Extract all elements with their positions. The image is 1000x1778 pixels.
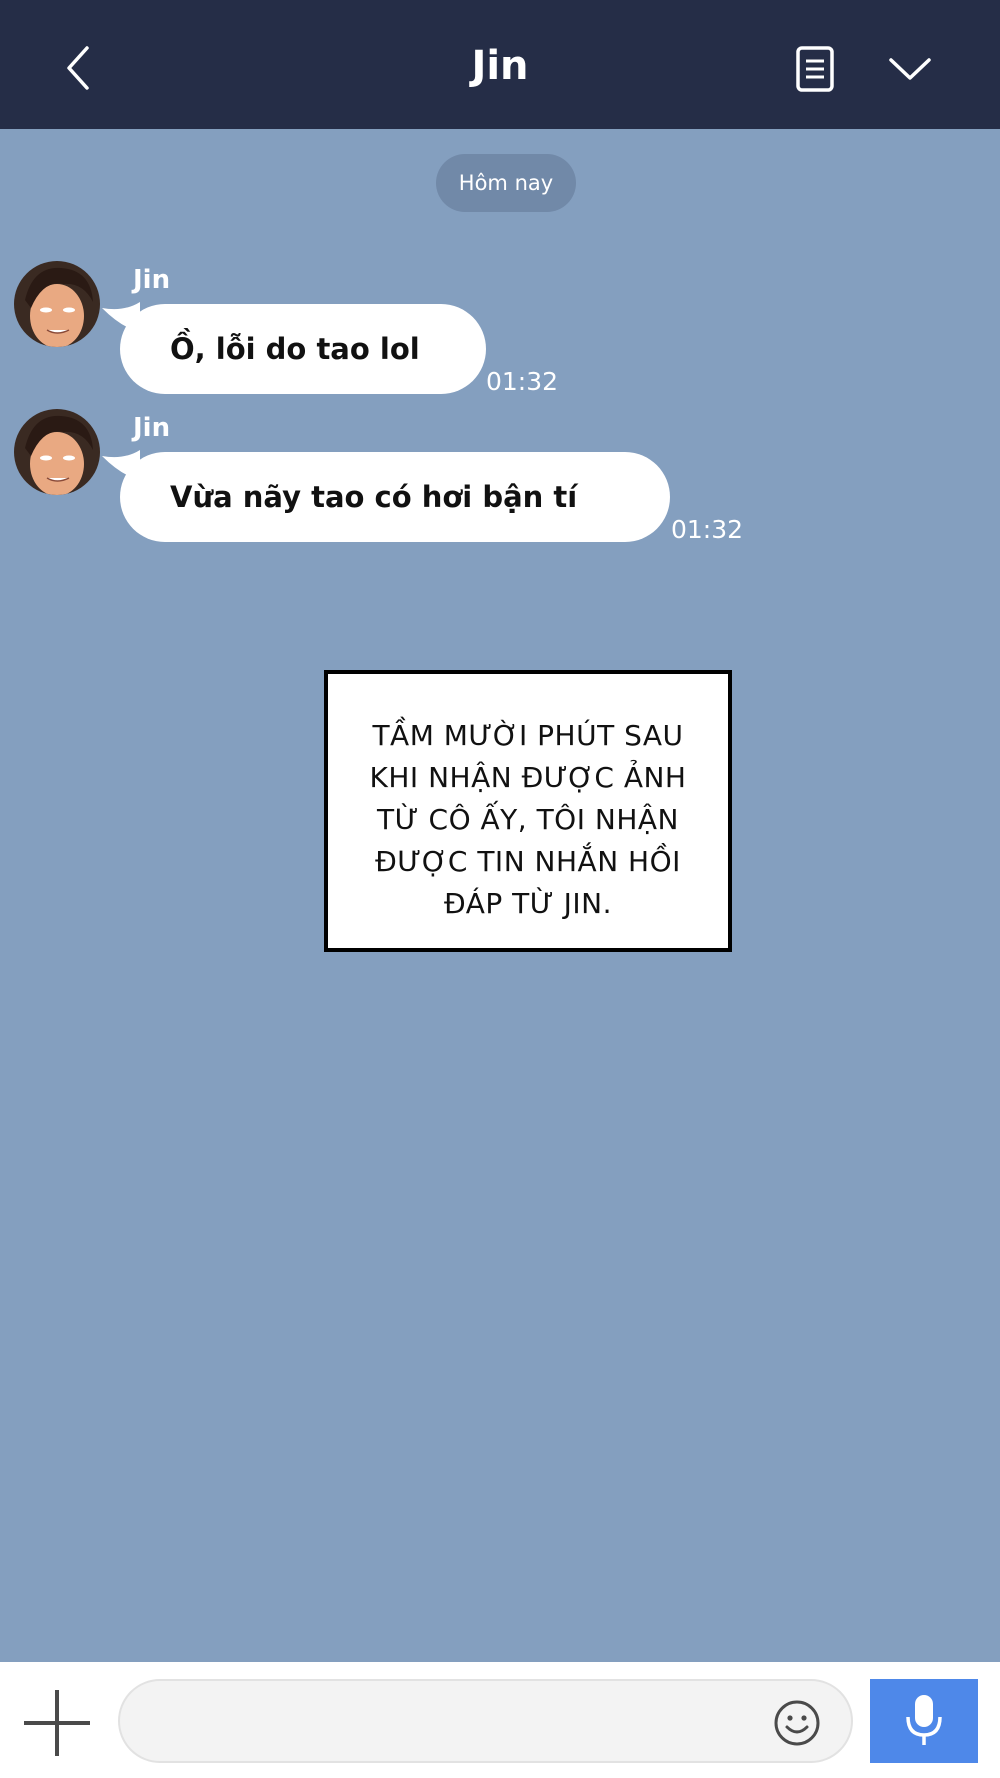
narration-line: TẦM MƯỜI PHÚT SAU	[372, 719, 684, 752]
narration-box: TẦM MƯỜI PHÚT SAU KHI NHẬN ĐƯỢC ẢNH TỪ C…	[324, 670, 732, 952]
back-button[interactable]	[55, 40, 105, 96]
avatar[interactable]	[13, 260, 101, 348]
smiley-icon	[774, 1700, 820, 1746]
chat-title: Jin	[471, 43, 529, 89]
message-time: 01:32	[486, 367, 559, 396]
narration-line: ĐƯỢC TIN NHẮN HỒI	[375, 845, 681, 878]
chevron-left-icon	[67, 46, 89, 90]
narration-line: KHI NHẬN ĐƯỢC ẢNH	[369, 761, 687, 794]
notes-button[interactable]	[790, 44, 840, 94]
message-bubble[interactable]: Ồ, lỗi do tao lol	[120, 304, 486, 394]
composer-bar	[0, 1662, 1000, 1778]
sender-name: Jin	[133, 413, 171, 443]
date-separator: Hôm nay	[436, 154, 576, 212]
voice-message-button[interactable]	[870, 1679, 978, 1763]
emoji-button[interactable]	[772, 1698, 822, 1748]
message-bubble[interactable]: Vừa nãy tao có hơi bận tí	[120, 452, 670, 542]
message-time: 01:32	[671, 515, 744, 544]
avatar-icon	[14, 261, 100, 347]
chevron-down-icon	[889, 58, 931, 80]
narration-text: TẦM MƯỜI PHÚT SAU KHI NHẬN ĐƯỢC ẢNH TỪ C…	[328, 715, 728, 925]
plus-icon	[24, 1690, 90, 1756]
add-attachment-button[interactable]	[22, 1688, 92, 1758]
sender-name: Jin	[133, 265, 171, 295]
narration-line: ĐÁP TỪ JIN.	[443, 887, 613, 920]
avatar[interactable]	[13, 408, 101, 496]
message-input[interactable]	[118, 1679, 853, 1763]
narration-line: TỪ CÔ ẤY, TÔI NHẬN	[377, 803, 679, 836]
menu-toggle-button[interactable]	[885, 48, 935, 90]
chat-header: Jin	[0, 0, 1000, 129]
microphone-icon	[906, 1695, 942, 1745]
avatar-icon	[14, 409, 100, 495]
notes-icon	[796, 46, 834, 92]
